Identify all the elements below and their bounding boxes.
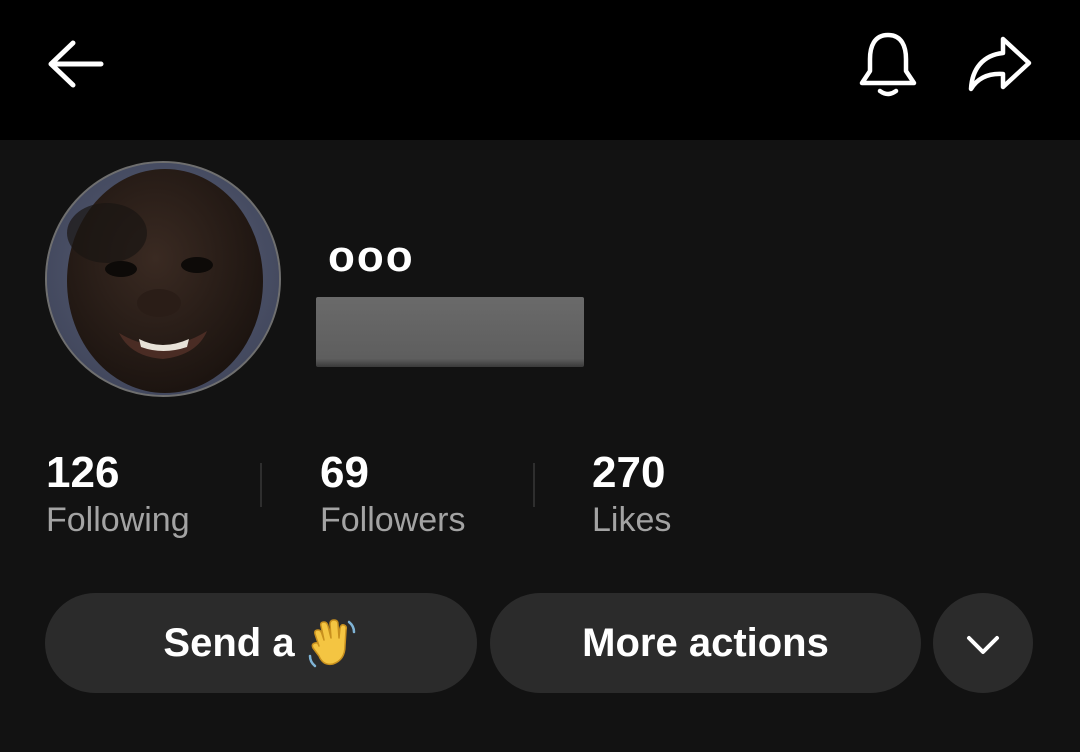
likes-count: 270 — [592, 448, 666, 497]
waving-hand-icon — [305, 616, 359, 670]
share-arrow-icon — [967, 35, 1033, 98]
stat-likes[interactable]: 270 Likes — [592, 448, 671, 542]
profile-username: ooo — [328, 232, 415, 281]
send-wave-label: Send a — [163, 620, 295, 665]
stat-following[interactable]: 126 Following — [46, 448, 190, 542]
followers-label: Followers — [320, 501, 466, 539]
more-actions-label: More actions — [582, 620, 829, 665]
share-button[interactable] — [960, 26, 1040, 106]
send-wave-button[interactable]: Send a — [45, 593, 477, 693]
profile-section: ooo 126 Following 69 Followers 270 Likes… — [0, 140, 1080, 752]
avatar[interactable] — [45, 161, 281, 397]
stat-divider — [260, 463, 262, 507]
notifications-button[interactable] — [848, 26, 928, 106]
arrow-left-icon — [43, 39, 105, 94]
stat-followers[interactable]: 69 Followers — [320, 448, 465, 542]
back-button[interactable] — [34, 26, 114, 106]
top-navigation-bar — [0, 0, 1080, 140]
followers-count: 69 — [320, 448, 369, 497]
redacted-block — [316, 297, 584, 367]
chevron-down-icon — [966, 621, 1000, 666]
stat-divider — [533, 463, 535, 507]
following-label: Following — [46, 501, 190, 539]
bell-icon — [858, 31, 918, 102]
following-count: 126 — [46, 448, 120, 497]
more-actions-button[interactable]: More actions — [490, 593, 921, 693]
expand-button[interactable] — [933, 593, 1033, 693]
likes-label: Likes — [592, 501, 672, 539]
